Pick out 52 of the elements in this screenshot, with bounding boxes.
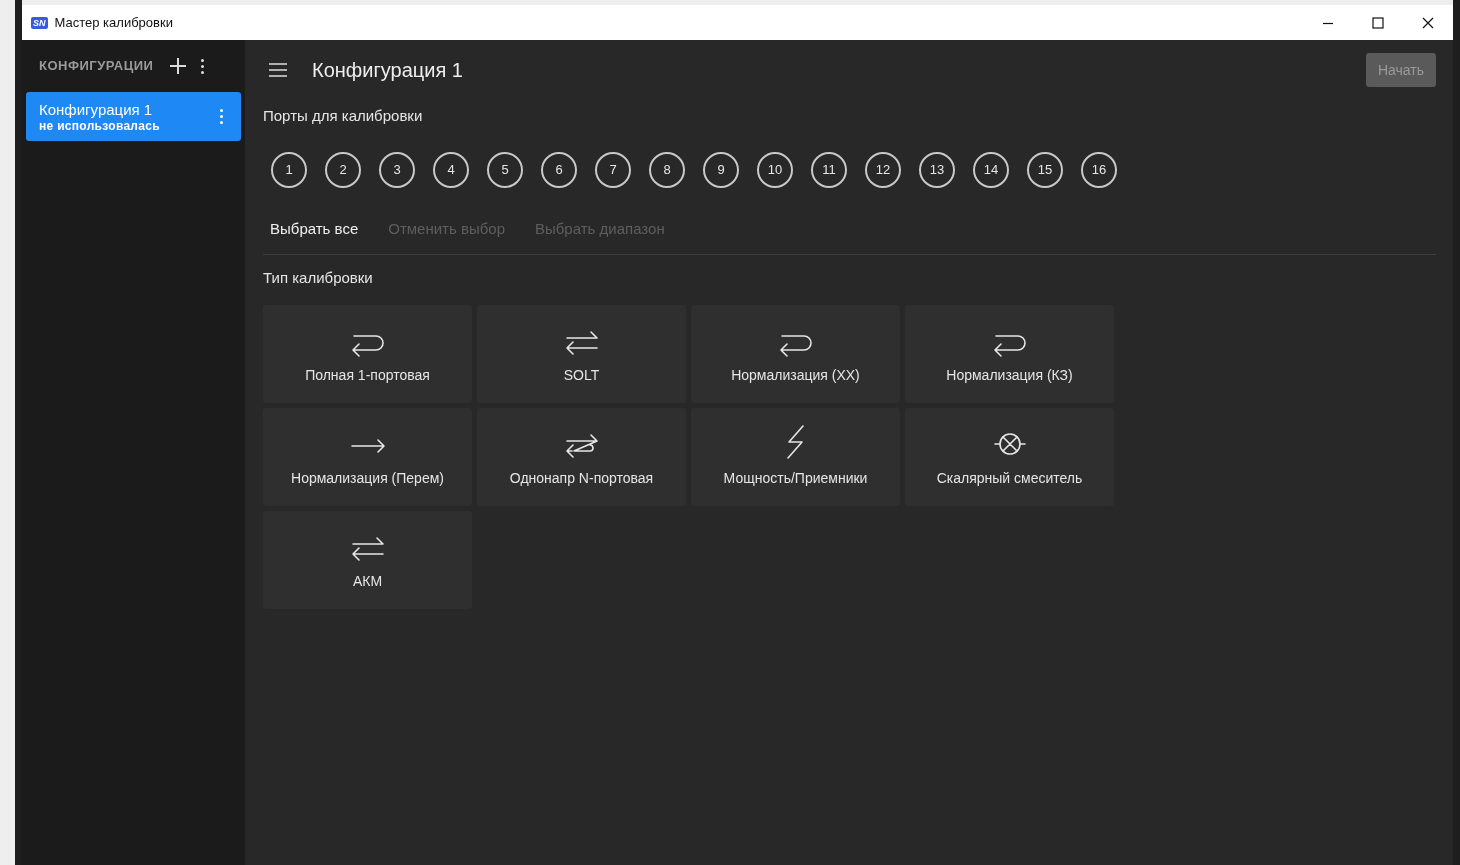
- section-label: Тип калибровки: [263, 267, 374, 288]
- tile-label: Однонапр N-портовая: [509, 468, 654, 488]
- calibration-type-tile[interactable]: Однонапр N-портовая: [477, 408, 686, 506]
- calibration-type-tile[interactable]: АКМ: [263, 511, 472, 609]
- port-button[interactable]: 12: [865, 151, 901, 188]
- port-button[interactable]: 7: [595, 151, 631, 188]
- port-button[interactable]: 5: [487, 151, 523, 188]
- more-options-icon[interactable]: [220, 109, 223, 124]
- maximize-icon: [1372, 16, 1384, 29]
- configuration-item[interactable]: Конфигурация 1 не использовалась: [26, 92, 241, 141]
- section-label: Порты для калибровки: [263, 106, 424, 126]
- port-button[interactable]: 2: [325, 151, 361, 188]
- calibration-type-tile[interactable]: Нормализация (Перем): [263, 408, 472, 506]
- tile-label: SOLT: [563, 365, 600, 385]
- port-button[interactable]: 13: [919, 151, 955, 188]
- calibration-type-tile[interactable]: Скалярный смеситель: [905, 408, 1114, 506]
- menu-icon: [268, 63, 288, 77]
- port-button[interactable]: 14: [973, 151, 1009, 188]
- port-button[interactable]: 16: [1081, 151, 1117, 188]
- close-icon: [1422, 16, 1434, 29]
- selection-link[interactable]: Выбрать все: [270, 218, 359, 241]
- configuration-status: не использовалась: [39, 118, 161, 133]
- tile-label: Полная 1-портовая: [305, 365, 430, 385]
- tile-label: Нормализация (ХХ): [731, 365, 860, 385]
- port-button[interactable]: 9: [703, 151, 739, 188]
- port-button[interactable]: 4: [433, 151, 469, 188]
- port-button[interactable]: 11: [811, 151, 847, 188]
- calibration-type-tile[interactable]: SOLT: [477, 305, 686, 403]
- port-button[interactable]: 3: [379, 151, 415, 188]
- port-button[interactable]: 1: [271, 151, 307, 188]
- port-button[interactable]: 10: [757, 151, 793, 188]
- swap-arrows-icon: [349, 534, 386, 563]
- tile-label: Мощность/Приемники: [723, 468, 868, 488]
- calibration-type-tile[interactable]: Нормализация (ХХ): [691, 305, 900, 403]
- start-button: Начать: [1365, 53, 1436, 87]
- swap-arrows-icon: [563, 328, 600, 357]
- sidebar-header: КОНФИГУРАЦИИ: [39, 57, 154, 76]
- app-logo: SN: [31, 16, 48, 29]
- tile-label: Скалярный смеситель: [936, 468, 1083, 488]
- tile-label: Нормализация (Перем): [291, 468, 444, 488]
- one-way-arrows-icon: [563, 431, 600, 460]
- window-title: Мастер калибровки: [54, 13, 173, 32]
- port-button[interactable]: 8: [649, 151, 685, 188]
- tile-label: АКМ: [352, 571, 383, 591]
- page-title: Конфигурация 1: [312, 58, 463, 83]
- configuration-title: Конфигурация 1: [39, 100, 154, 119]
- port-button[interactable]: 15: [1027, 151, 1063, 188]
- calibration-type-tile[interactable]: Мощность/Приемники: [691, 408, 900, 506]
- calibration-type-tile[interactable]: Нормализация (КЗ): [905, 305, 1114, 403]
- calibration-type-tile[interactable]: Полная 1-портовая: [263, 305, 472, 403]
- port-button[interactable]: 6: [541, 151, 577, 188]
- tile-label: Нормализация (КЗ): [946, 365, 1073, 385]
